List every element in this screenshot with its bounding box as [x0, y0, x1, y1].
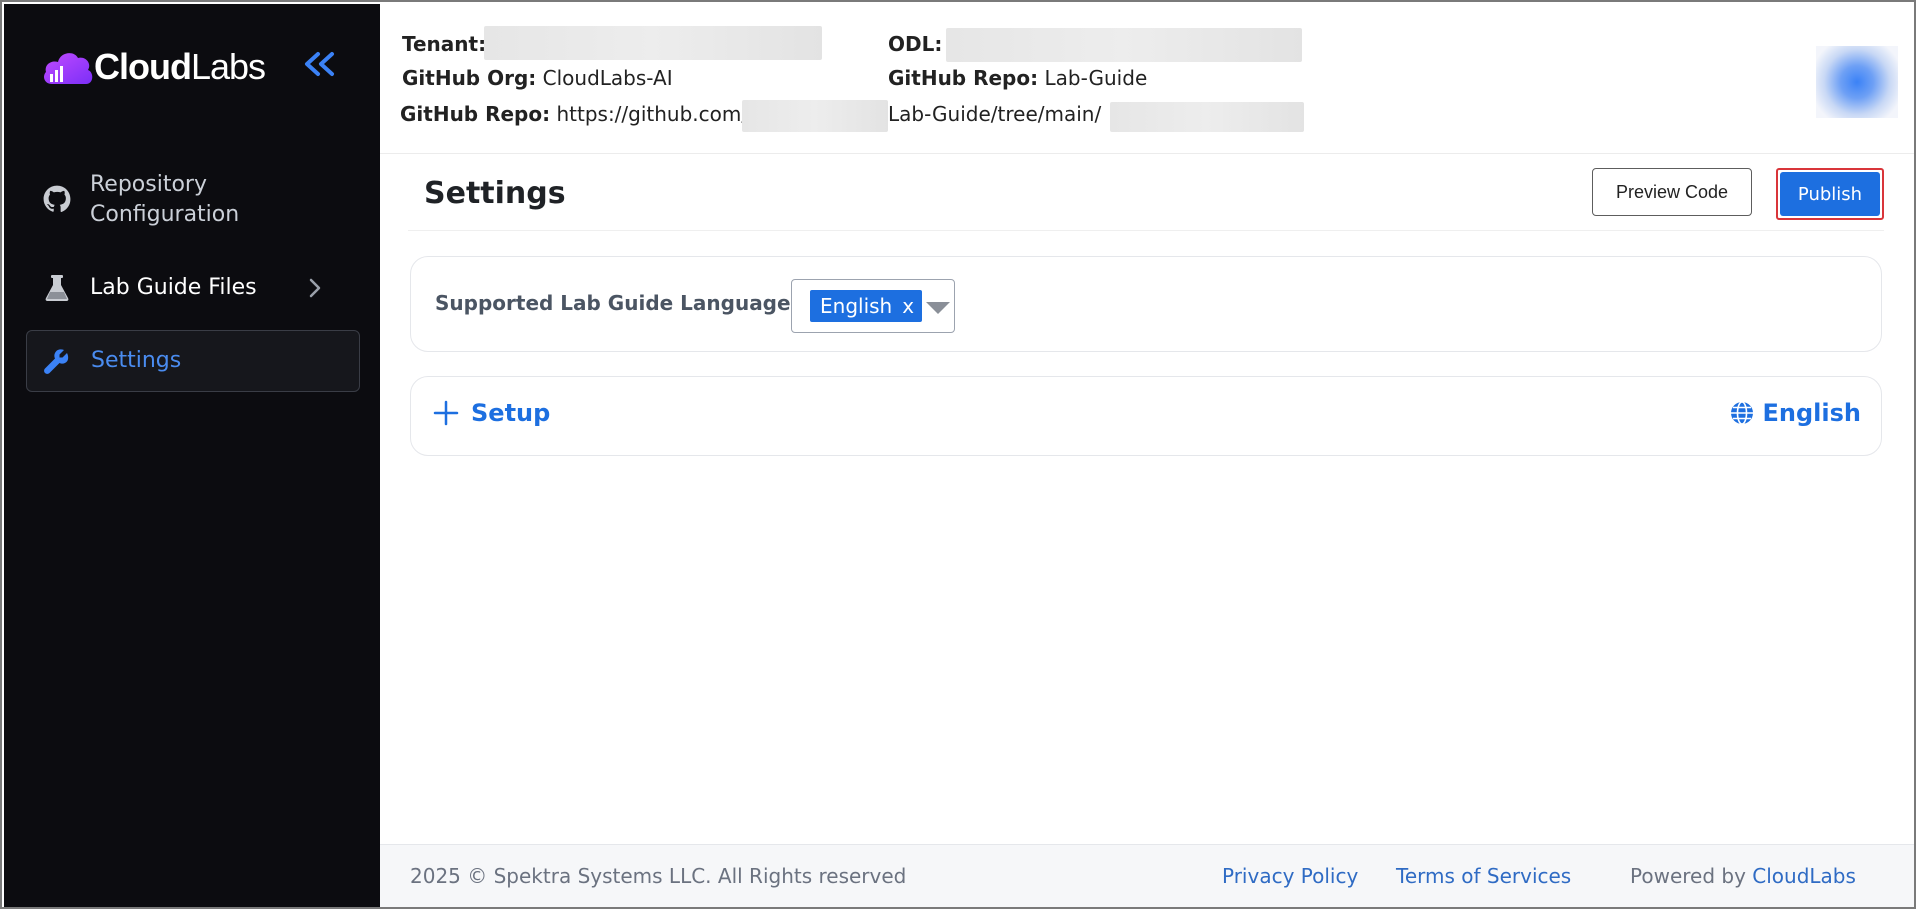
setup-label: Setup	[471, 399, 551, 427]
preview-code-button[interactable]: Preview Code	[1592, 168, 1752, 216]
cloud-logo-icon	[44, 53, 93, 84]
redacted-odl	[946, 28, 1302, 62]
github-org-value: CloudLabs-AI	[542, 66, 673, 90]
avatar[interactable]	[1816, 46, 1898, 118]
publish-button-label: Publish	[1780, 172, 1880, 216]
tenant-label: Tenant:	[402, 32, 487, 56]
setup-language-label: English	[1762, 399, 1861, 427]
languages-select[interactable]: English x	[791, 279, 955, 333]
publish-button[interactable]: Publish	[1776, 168, 1884, 220]
chevron-right-icon	[308, 277, 322, 303]
github-repo-url-field: GitHub Repo: https://github.com/	[400, 100, 748, 128]
title-divider	[408, 230, 1884, 231]
github-repo-url-middle: Lab-Guide/tree/main/	[888, 102, 1102, 126]
github-org-label: GitHub Org:	[402, 66, 537, 90]
setup-language-selector[interactable]: English	[1729, 399, 1861, 427]
github-repo-label: GitHub Repo:	[888, 66, 1039, 90]
page-title: Settings	[424, 176, 566, 211]
sidebar-item-label: Settings	[91, 348, 182, 373]
dropdown-caret-icon[interactable]	[926, 302, 950, 314]
github-repo-value: Lab-Guide	[1044, 66, 1148, 90]
wrench-icon	[41, 346, 71, 376]
github-repo-url-prefix: https://github.com/	[556, 102, 749, 126]
repo-header: Tenant: ODL: GitHub Org: CloudLabs-AI Gi…	[380, 4, 1914, 154]
collapse-sidebar-button[interactable]	[300, 48, 340, 84]
odl-field: ODL:	[888, 30, 942, 58]
languages-card: Supported Lab Guide Languages English x	[410, 256, 1882, 352]
odl-label: ODL:	[888, 32, 943, 56]
main-content: Settings Preview Code Publish Supported …	[380, 154, 1914, 844]
github-icon	[42, 184, 72, 214]
app-window: CloudLabs Repository Configuration Lab G…	[0, 0, 1916, 909]
language-chip-label: English	[820, 294, 893, 318]
sidebar-item-settings[interactable]: Settings	[26, 330, 360, 392]
redacted-repo-path	[1110, 102, 1304, 132]
github-repo-url-path: Lab-Guide/tree/main/	[888, 100, 1101, 128]
cloudlabs-logo[interactable]: CloudLabs	[40, 42, 266, 92]
powered-by-text: Powered by CloudLabs	[1630, 864, 1856, 888]
language-chip: English x	[810, 290, 923, 322]
sidebar-item-repository-configuration[interactable]: Repository Configuration	[26, 164, 360, 234]
plus-icon	[433, 400, 459, 426]
sidebar-item-label: Repository Configuration	[90, 172, 240, 227]
remove-language-button[interactable]: x	[902, 290, 914, 322]
globe-icon	[1730, 401, 1753, 425]
cloudlabs-link[interactable]: CloudLabs	[1752, 864, 1856, 888]
setup-card: Setup English	[410, 376, 1882, 456]
redacted-repo-owner	[742, 100, 888, 132]
privacy-policy-link[interactable]: Privacy Policy	[1222, 864, 1358, 888]
github-repo-url-label: GitHub Repo:	[400, 102, 551, 126]
logo-text: CloudLabs	[94, 46, 266, 87]
powered-by-label: Powered by	[1630, 864, 1746, 888]
double-chevron-left-icon	[305, 52, 334, 76]
setup-expand-button[interactable]: Setup	[433, 399, 550, 427]
terms-of-services-link[interactable]: Terms of Services	[1396, 864, 1571, 888]
flask-icon	[42, 273, 72, 303]
github-org-field: GitHub Org: CloudLabs-AI	[402, 64, 673, 92]
redacted-tenant	[484, 26, 822, 60]
copyright-text: 2025 © Spektra Systems LLC. All Rights r…	[410, 864, 907, 888]
github-repo-field: GitHub Repo: Lab-Guide	[888, 64, 1147, 92]
footer: 2025 © Spektra Systems LLC. All Rights r…	[380, 844, 1914, 907]
sidebar: CloudLabs Repository Configuration Lab G…	[4, 4, 380, 907]
supported-languages-label: Supported Lab Guide Languages	[435, 291, 803, 315]
tenant-field: Tenant:	[402, 30, 486, 58]
sidebar-item-lab-guide-files[interactable]: Lab Guide Files	[26, 264, 360, 312]
sidebar-item-label: Lab Guide Files	[90, 275, 257, 300]
